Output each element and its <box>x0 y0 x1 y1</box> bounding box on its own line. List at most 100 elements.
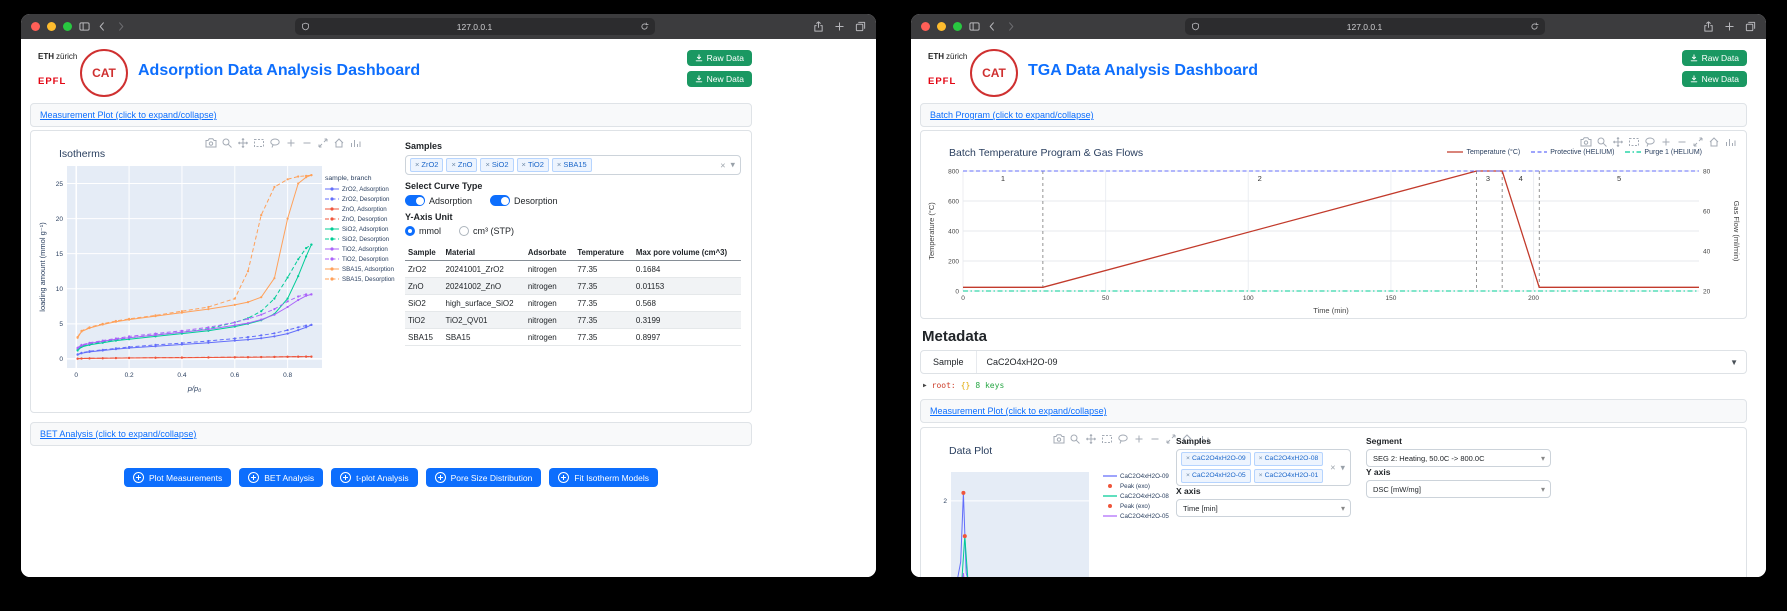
remove-tag-icon[interactable]: × <box>557 160 561 170</box>
tab-overview-icon[interactable] <box>1745 21 1756 32</box>
clear-all-icon[interactable]: × <box>720 160 725 170</box>
legend-item[interactable]: Protective (HELIUM) <box>1531 148 1614 156</box>
zoom-icon[interactable] <box>221 137 233 149</box>
zoom-out-icon[interactable] <box>1676 136 1688 148</box>
plotly-logo-icon[interactable] <box>349 137 361 149</box>
reset-axes-icon[interactable] <box>1708 136 1720 148</box>
lasso-icon[interactable] <box>269 137 281 149</box>
plot-legend[interactable]: Temperature (°C) Protective (HELIUM) Purge… <box>1447 148 1702 158</box>
legend-item[interactable]: CaC2O4xH2O-09 <box>1103 472 1181 480</box>
sidebar-toggle-icon[interactable] <box>969 21 980 32</box>
isotherms-plot[interactable]: 00.20.40.60.80510152025p/p₀loading amoun… <box>37 161 325 395</box>
pan-icon[interactable] <box>1612 136 1624 148</box>
close-button[interactable] <box>921 22 930 31</box>
box-select-icon[interactable] <box>253 137 265 149</box>
zoom-icon[interactable] <box>1596 136 1608 148</box>
sample-tag[interactable]: ×ZnO <box>446 158 477 172</box>
autoscale-icon[interactable] <box>317 137 329 149</box>
fit-isotherm-models-button[interactable]: Fit Isotherm Models <box>549 468 658 487</box>
legend-item[interactable]: SBA15, Adsorption <box>325 265 405 273</box>
zoom-in-icon[interactable] <box>1660 136 1672 148</box>
legend-item[interactable]: ZnO, Desorption <box>325 215 405 223</box>
legend-item[interactable]: SBA15, Desorption <box>325 275 405 283</box>
unit-mmol-radio[interactable]: mmol <box>405 226 441 236</box>
legend-item[interactable]: ZrO2, Desorption <box>325 195 405 203</box>
legend-item[interactable]: Purge 1 (HELIUM) <box>1625 148 1702 156</box>
remove-tag-icon[interactable]: × <box>451 160 455 170</box>
measurement-plot-toggle[interactable]: Measurement Plot (click to expand/collap… <box>920 399 1747 423</box>
remove-tag-icon[interactable]: × <box>1186 471 1190 481</box>
new-tab-icon[interactable] <box>1724 21 1735 32</box>
legend-item[interactable]: TiO2, Adsorption <box>325 245 405 253</box>
new-data-button[interactable]: New Data <box>687 71 752 87</box>
dsc-plot[interactable]: 1.52 <box>931 466 1091 577</box>
forward-icon[interactable] <box>115 21 126 32</box>
forward-icon[interactable] <box>1005 21 1016 32</box>
browser-titlebar[interactable]: 127.0.0.1 <box>21 14 876 39</box>
unit-cm3-radio[interactable]: cm³ (STP) <box>459 226 514 236</box>
address-bar[interactable]: 127.0.0.1 <box>1185 18 1545 35</box>
plot-measurements-button[interactable]: Plot Measurements <box>124 468 231 487</box>
bet-analysis-button[interactable]: BET Analysis <box>239 468 323 487</box>
lasso-icon[interactable] <box>1117 433 1129 445</box>
metadata-json-tree[interactable]: ▶ root: {} 8 keys <box>920 381 1747 390</box>
autoscale-icon[interactable] <box>1692 136 1704 148</box>
samples-multiselect[interactable]: ×ZrO2×ZnO×SiO2×TiO2×SBA15 ×▾ <box>405 155 741 175</box>
camera-icon[interactable] <box>1053 433 1065 445</box>
remove-tag-icon[interactable]: × <box>522 160 526 170</box>
legend-item[interactable]: TiO2, Desorption <box>325 255 405 263</box>
remove-tag-icon[interactable]: × <box>485 160 489 170</box>
reload-icon[interactable] <box>640 22 649 31</box>
legend-item[interactable]: CaC2O4xH2O-05 <box>1103 512 1181 520</box>
legend-item[interactable]: ZrO2, Adsorption <box>325 185 405 193</box>
plotly-logo-icon[interactable] <box>1724 136 1736 148</box>
toggle-switch-icon[interactable] <box>405 195 425 206</box>
x-axis-select[interactable]: Time [min] ▾ <box>1176 499 1351 517</box>
remove-tag-icon[interactable]: × <box>1259 454 1263 464</box>
dropdown-caret-icon[interactable]: ▾ <box>730 160 735 171</box>
zoom-in-icon[interactable] <box>1133 433 1145 445</box>
camera-icon[interactable] <box>1580 136 1592 148</box>
legend-item[interactable]: Peak (exo) <box>1103 502 1181 510</box>
box-select-icon[interactable] <box>1101 433 1113 445</box>
sample-tag[interactable]: ×CaC2O4xH2O-05 <box>1181 469 1251 483</box>
legend-item[interactable]: Temperature (°C) <box>1447 148 1520 156</box>
remove-tag-icon[interactable]: × <box>415 160 419 170</box>
samples-multiselect[interactable]: ×CaC2O4xH2O-09×CaC2O4xH2O-08×CaC2O4xH2O-… <box>1176 449 1351 486</box>
batch-program-toggle[interactable]: Batch Program (click to expand/collapse) <box>920 103 1747 127</box>
plot-legend[interactable]: sample, branch ZrO2, AdsorptionZrO2, Des… <box>325 161 405 395</box>
close-button[interactable] <box>31 22 40 31</box>
new-data-button[interactable]: New Data <box>1682 71 1747 87</box>
sample-tag[interactable]: ×CaC2O4xH2O-09 <box>1181 452 1251 466</box>
dropdown-caret-icon[interactable]: ▾ <box>1541 454 1545 463</box>
sample-tag[interactable]: ×ZrO2 <box>410 158 443 172</box>
zoom-out-icon[interactable] <box>301 137 313 149</box>
dropdown-caret-icon[interactable]: ▾ <box>1340 462 1345 473</box>
metadata-sample-select[interactable]: Sample CaC2O4xH2O-09 ▼ <box>920 350 1747 374</box>
sidebar-toggle-icon[interactable] <box>79 21 90 32</box>
sample-tag[interactable]: ×SBA15 <box>552 158 592 172</box>
zoom-icon[interactable] <box>1069 433 1081 445</box>
dropdown-caret-icon[interactable]: ▾ <box>1341 504 1345 513</box>
raw-data-button[interactable]: Raw Data <box>1682 50 1747 66</box>
sample-tag[interactable]: ×CaC2O4xH2O-01 <box>1254 469 1324 483</box>
segment-select[interactable]: SEG 2: Heating, 50.0C -> 800.0C ▾ <box>1366 449 1551 467</box>
minimize-button[interactable] <box>47 22 56 31</box>
dropdown-caret-icon[interactable]: ▾ <box>1541 485 1545 494</box>
raw-data-button[interactable]: Raw Data <box>687 50 752 66</box>
box-select-icon[interactable] <box>1628 136 1640 148</box>
zoom-in-icon[interactable] <box>285 137 297 149</box>
tree-expand-icon[interactable]: ▶ <box>923 382 927 389</box>
share-icon[interactable] <box>1703 21 1714 32</box>
back-icon[interactable] <box>987 21 998 32</box>
browser-titlebar[interactable]: 127.0.0.1 <box>911 14 1766 39</box>
clear-all-icon[interactable]: × <box>1330 463 1335 473</box>
sample-tag[interactable]: ×SiO2 <box>480 158 513 172</box>
adsorption-toggle[interactable]: Adsorption <box>405 195 472 206</box>
tab-overview-icon[interactable] <box>855 21 866 32</box>
legend-item[interactable]: ZnO, Adsorption <box>325 205 405 213</box>
measurement-plot-toggle[interactable]: Measurement Plot (click to expand/collap… <box>30 103 752 127</box>
bet-analysis-toggle[interactable]: BET Analysis (click to expand/collapse) <box>30 422 752 446</box>
pore-size-distribution-button[interactable]: Pore Size Distribution <box>426 468 542 487</box>
remove-tag-icon[interactable]: × <box>1186 454 1190 464</box>
